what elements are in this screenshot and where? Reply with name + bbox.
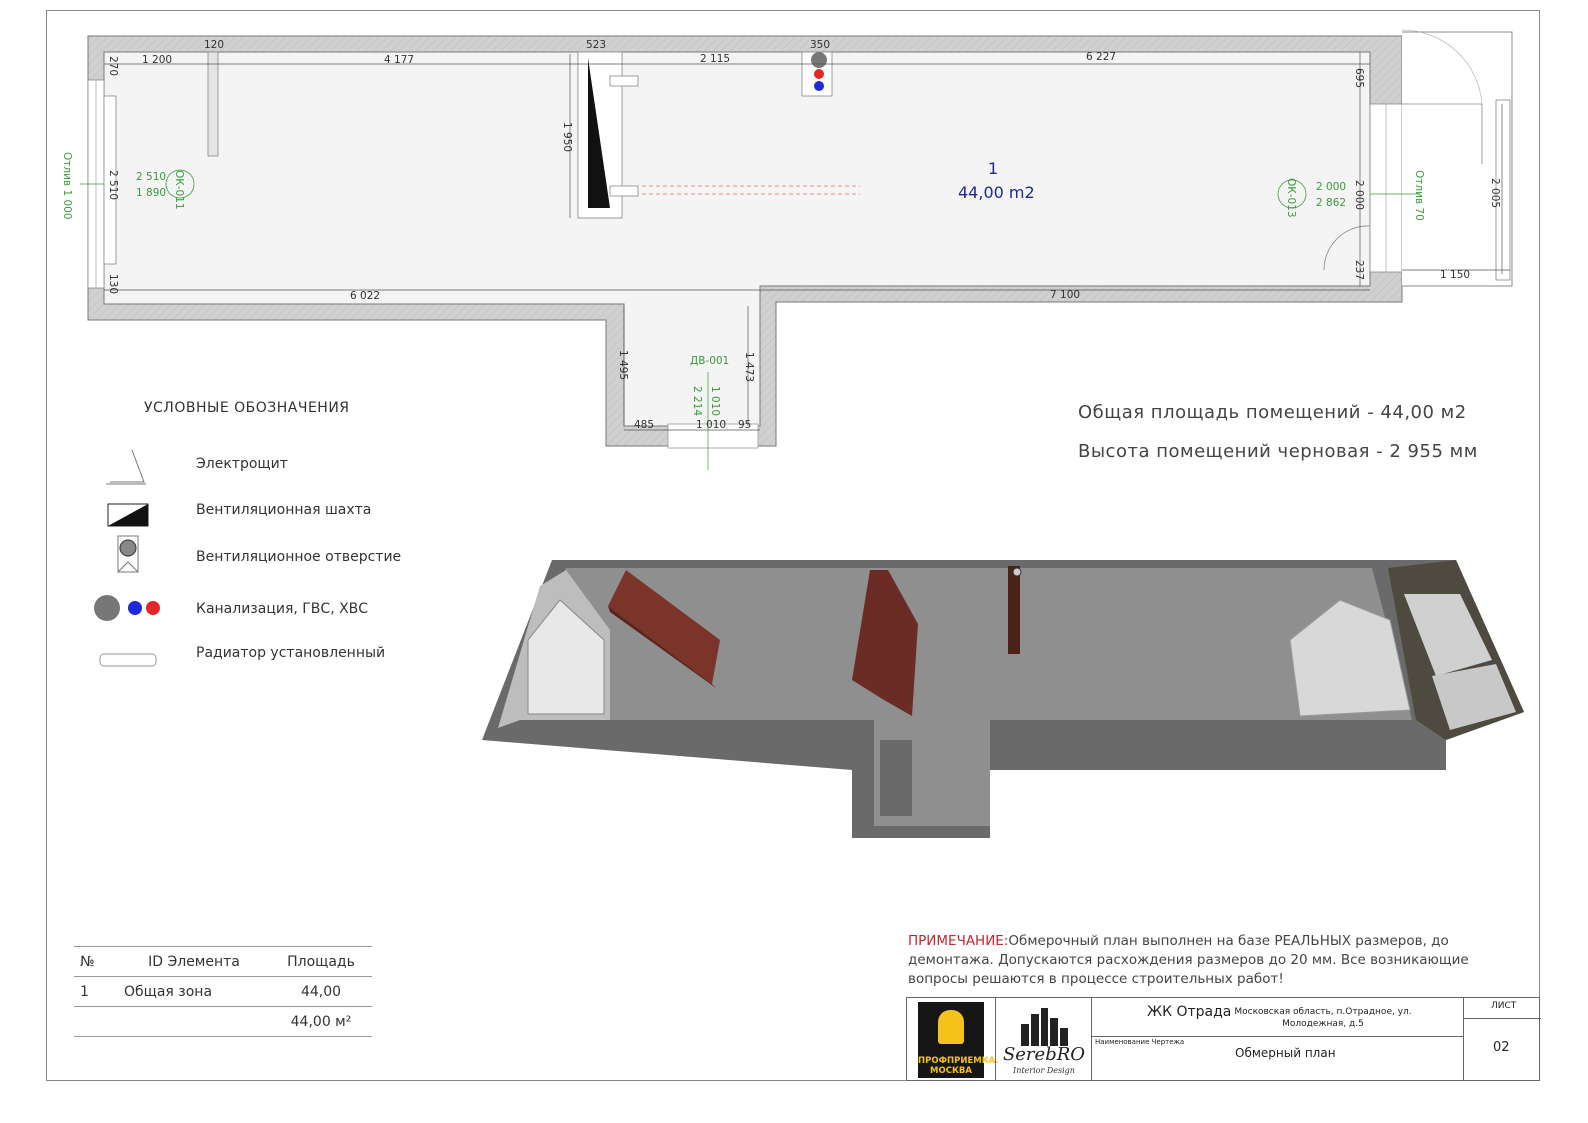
table-total: 44,00 м² (270, 1006, 372, 1037)
dim-text: 120 (204, 39, 224, 51)
dim-text: 2 510 (136, 171, 166, 183)
buildings-icon (1021, 1008, 1068, 1046)
stamp-project-row: ЖК Отрада Московская область, п.Отрадное… (1091, 998, 1463, 1037)
dim-text: 2 214 (691, 386, 703, 416)
room-area: 44,00 m2 (958, 183, 1035, 202)
3d-view (482, 560, 1524, 838)
helmet-icon (938, 1010, 964, 1044)
table-cell (118, 1006, 270, 1037)
dim-text: 1 495 (617, 350, 629, 380)
dim-text: 130 (107, 274, 119, 294)
logo1-text: ПРОФПРИЕМКА. МОСКВА (918, 1056, 999, 1076)
legend-item-ventilation-hole: Вентиляционное отверстие (196, 549, 402, 565)
dim-text: 1 473 (743, 352, 755, 382)
sill-tag-right: Отлив 70 (1413, 170, 1425, 221)
walls (87, 29, 1513, 449)
legend-title: УСЛОВНЫЕ ОБОЗНАЧЕНИЯ (144, 400, 350, 416)
sheet-number: 02 (1493, 1040, 1510, 1055)
dim-text: 6 227 (1086, 51, 1116, 63)
logo2-sub: Interior Design (1013, 1066, 1075, 1075)
drawing-caption: Наименование Чертежа (1095, 1038, 1185, 1046)
room-height-summary: Высота помещений черновая - 2 955 мм (1078, 441, 1478, 462)
dim-text: 485 (634, 419, 654, 431)
table-cell: Общая зона (118, 976, 270, 1007)
window-tag-left: ОК-011 (173, 170, 185, 210)
door-tag: ДВ-001 (690, 355, 729, 367)
legend-item-ventilation-shaft: Вентиляционная шахта (196, 502, 372, 518)
table-row: 1 Общая зона 44,00 (74, 976, 372, 1007)
room-number: 1 (988, 159, 998, 178)
dim-text: 1 010 (709, 386, 721, 416)
dim-text: 1 010 (696, 419, 726, 431)
table-header-row: № ID Элемента Площадь (74, 946, 372, 977)
dim-text: 695 (1353, 68, 1365, 88)
dim-text: 7 100 (1050, 289, 1080, 301)
stamp-info-cell: ЖК Отрада Московская область, п.Отрадное… (1091, 998, 1464, 1080)
dim-text: 1 200 (142, 54, 172, 66)
dim-text: 270 (107, 56, 119, 76)
logo2-name: SerebRO (1002, 1044, 1086, 1065)
legend-item-electric-panel: Электрощит (196, 456, 288, 472)
dim-text: 2 005 (1489, 178, 1501, 208)
table-cell: 1 (74, 976, 118, 1007)
note-block: ПРИМЕЧАНИЕ:Обмерочный план выполнен на б… (908, 932, 1528, 989)
dim-text: 2 862 (1316, 197, 1346, 209)
dim-text: 2 000 (1316, 181, 1346, 193)
stamp-logo-cell: ПРОФПРИЕМКА. МОСКВА (907, 998, 999, 1080)
table-total-row: 44,00 м² (74, 1006, 372, 1037)
sheet-caption: ЛИСТ (1491, 1001, 1517, 1011)
dim-text: 1 890 (136, 187, 166, 199)
dim-text: 2 000 (1353, 180, 1365, 210)
stamp-sheet-cell: ЛИСТ 02 (1463, 998, 1541, 1080)
dim-text: 6 022 (350, 290, 380, 302)
dim-text: 95 (738, 419, 751, 431)
legend-item-radiator: Радиатор установленный (196, 645, 386, 661)
total-area-summary: Общая площадь помещений - 44,00 м2 (1078, 402, 1467, 423)
profpriemka-logo: ПРОФПРИЕМКА. МОСКВА (918, 1002, 999, 1078)
window-tag-right: ОК-013 (1285, 178, 1297, 218)
legend-item-sewer-water: Канализация, ГВС, ХВС (196, 601, 369, 617)
table-cell (74, 1006, 118, 1037)
project-address: Московская область, п.Отрадное, ул. Моло… (1234, 1007, 1412, 1029)
rooms-table: № ID Элемента Площадь 1 Общая зона 44,00… (74, 946, 372, 1037)
drawing-name: Обмерный план (1235, 1046, 1336, 1060)
dim-text: 350 (810, 39, 830, 51)
serebro-logo: SerebRO Interior Design (999, 1002, 1089, 1078)
table-cell: 44,00 (270, 976, 372, 1007)
dim-text: 237 (1353, 260, 1365, 280)
dim-text: 1 150 (1440, 269, 1470, 281)
table-header-cell: Площадь (270, 946, 372, 977)
note-prefix: ПРИМЕЧАНИЕ: (908, 933, 1009, 949)
sill-tag-left: Отлив 1 000 (61, 152, 73, 220)
table-header-cell: ID Элемента (118, 946, 270, 977)
stamp-sheet-caption-row: ЛИСТ (1463, 998, 1541, 1019)
dim-text: 2 115 (700, 53, 730, 65)
title-block: ПРОФПРИЕМКА. МОСКВА SerebRO Interior Des… (906, 997, 1541, 1081)
project-name: ЖК Отрада (1147, 1004, 1232, 1020)
dim-text: 1 950 (561, 122, 573, 152)
dim-text: 4 177 (384, 54, 414, 66)
dim-text: 2 510 (107, 170, 119, 200)
table-header-cell: № (74, 946, 118, 977)
dim-text: 523 (586, 39, 606, 51)
stamp-logo2-cell: SerebRO Interior Design (995, 998, 1092, 1080)
